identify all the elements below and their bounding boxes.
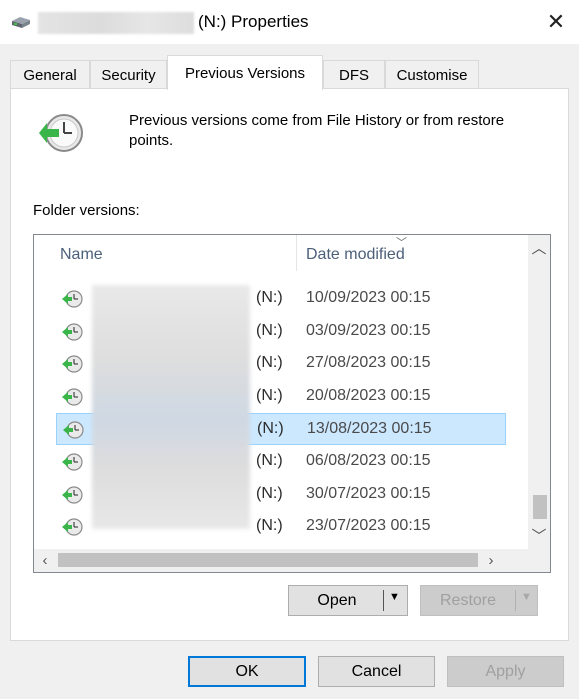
info-text: Previous versions come from File History… [129, 112, 505, 149]
previous-versions-panel: Previous versions come from File History… [10, 88, 569, 641]
redacted-names [92, 285, 250, 529]
folder-version-icon [61, 354, 83, 374]
restore-dropdown-arrow-icon[interactable]: ▼ [521, 591, 532, 603]
row-date-modified: 06/08/2023 00:15 [306, 452, 431, 469]
row-drive-label: (N:) [256, 484, 283, 502]
folder-version-icon [61, 517, 83, 537]
column-divider[interactable] [296, 235, 297, 271]
row-date-modified: 30/07/2023 00:15 [306, 484, 431, 502]
restore-button-label: Restore [439, 591, 497, 609]
tab-security[interactable]: Security [90, 60, 167, 89]
tab-dfs[interactable]: DFS [323, 60, 385, 89]
row-drive-label: (N:) [257, 420, 284, 438]
close-button[interactable]: ✕ [533, 0, 579, 44]
row-drive-label: (N:) [256, 289, 283, 306]
dialog-footer: OK Cancel Apply [0, 641, 579, 699]
column-header-name[interactable]: Name [60, 246, 103, 264]
vertical-scrollbar[interactable]: ︿ ﹀ [528, 235, 550, 549]
scroll-left-icon[interactable]: ‹ [34, 549, 56, 572]
split-divider [383, 590, 384, 611]
apply-button[interactable]: Apply [447, 656, 564, 687]
row-drive-label: (N:) [256, 452, 283, 469]
folder-version-icon [62, 420, 84, 440]
open-button-label: Open [317, 591, 357, 609]
row-date-modified: 10/09/2023 00:15 [306, 289, 431, 306]
redacted-title-prefix [38, 12, 194, 34]
close-icon: ✕ [546, 9, 566, 34]
row-drive-label: (N:) [256, 354, 283, 372]
row-date-modified: 23/07/2023 00:15 [306, 517, 431, 535]
folder-versions-label: Folder versions: [33, 202, 140, 219]
folder-versions-list[interactable]: Name ﹀ Date modified (N:) 10/09/2023 00:1… [33, 234, 551, 573]
folder-version-icon [61, 322, 83, 342]
restore-button[interactable]: Restore ▼ [420, 585, 538, 616]
open-button[interactable]: Open ▼ [288, 585, 408, 616]
cancel-button[interactable]: Cancel [318, 656, 435, 687]
folder-version-icon [61, 289, 83, 309]
vertical-scroll-thumb[interactable] [533, 495, 547, 519]
open-dropdown-arrow-icon[interactable]: ▼ [389, 591, 400, 603]
tab-general[interactable]: General [10, 60, 90, 89]
ok-button[interactable]: OK [188, 656, 306, 687]
row-date-modified: 13/08/2023 00:15 [307, 420, 432, 438]
tab-customise[interactable]: Customise [385, 60, 479, 89]
folder-version-icon [61, 452, 83, 472]
scroll-down-icon[interactable]: ﹀ [528, 523, 550, 547]
row-drive-label: (N:) [256, 321, 283, 339]
split-divider [515, 590, 516, 611]
scrollbar-corner [502, 549, 550, 572]
row-date-modified: 03/09/2023 00:15 [306, 321, 431, 339]
horizontal-scrollbar[interactable]: ‹ › [34, 549, 550, 572]
scroll-right-icon[interactable]: › [480, 549, 502, 572]
row-drive-label: (N:) [256, 386, 283, 404]
row-date-modified: 20/08/2023 00:15 [306, 386, 431, 404]
folder-version-icon [61, 387, 83, 407]
row-date-modified: 27/08/2023 00:15 [306, 354, 431, 372]
tab-previous-versions[interactable]: Previous Versions [167, 55, 323, 90]
list-header: Name ﹀ Date modified [34, 235, 512, 271]
clock-restore-icon [39, 114, 83, 152]
horizontal-scroll-thumb[interactable] [58, 553, 478, 567]
column-header-date-modified[interactable]: Date modified [306, 246, 405, 264]
title-bar: (N:) Properties ✕ [0, 0, 579, 44]
drive-icon [12, 17, 30, 28]
row-drive-label: (N:) [256, 517, 283, 535]
scroll-up-icon[interactable]: ︿ [528, 235, 550, 259]
folder-version-icon [61, 485, 83, 505]
window-title: (N:) Properties [198, 12, 309, 31]
